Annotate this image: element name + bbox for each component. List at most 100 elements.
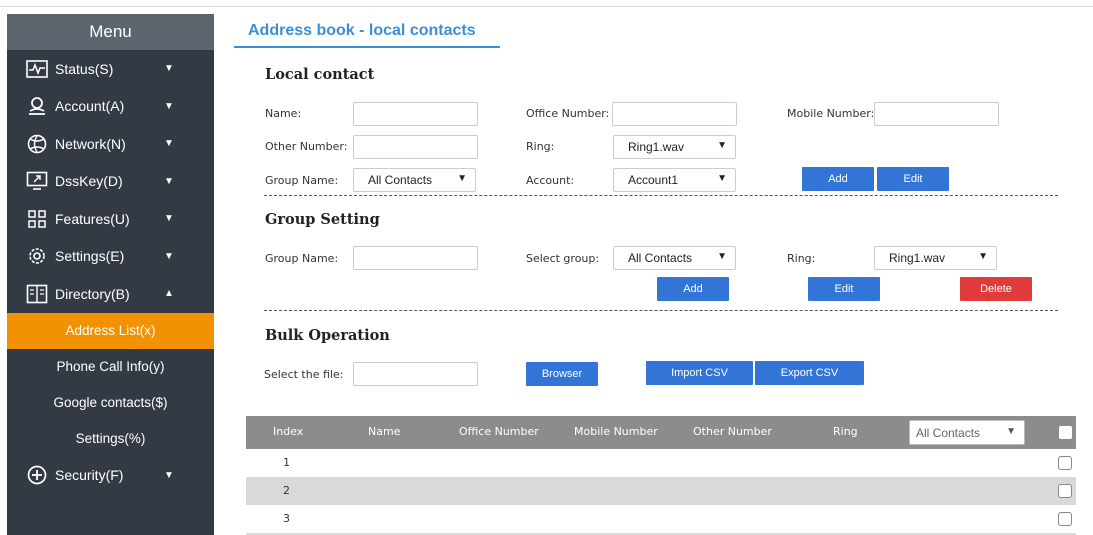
chevron-down-icon: ▼	[717, 251, 727, 262]
ring-select[interactable]: Ring1.wav ▼	[613, 135, 736, 159]
row-index: 1	[283, 456, 290, 469]
sidebar-subitem-google-contacts[interactable]: Google contacts($)	[7, 385, 214, 421]
sidebar-item-network[interactable]: Network(N) ▼	[7, 125, 214, 163]
file-path-input[interactable]	[353, 362, 478, 386]
add-contact-button[interactable]: Add	[802, 167, 874, 191]
group-ring-label: Ring:	[787, 252, 816, 265]
select-file-label: Select the file:	[264, 368, 344, 381]
row-index: 3	[283, 512, 290, 525]
column-header-index: Index	[273, 425, 304, 438]
sidebar-subitem-settings[interactable]: Settings(%)	[7, 421, 214, 457]
sidebar-item-settings[interactable]: Settings(E) ▼	[7, 238, 214, 276]
sidebar-item-label: Directory(B)	[55, 285, 130, 302]
network-icon	[25, 133, 49, 155]
sidebar-item-label: Security(F)	[55, 467, 124, 484]
other-number-input[interactable]	[353, 135, 478, 159]
sidebar-subitem-address-list[interactable]: Address List(x)	[7, 312, 214, 349]
add-group-button[interactable]: Add	[657, 277, 729, 301]
group-name-label: Group Name:	[265, 174, 339, 187]
chevron-down-icon: ▼	[1006, 426, 1016, 437]
sidebar-item-status[interactable]: Status(S) ▼	[7, 50, 214, 88]
column-header-mobile-number: Mobile Number	[574, 425, 658, 438]
sidebar-item-label: Settings(E)	[55, 248, 125, 265]
chevron-down-icon: ▼	[164, 175, 174, 187]
table-row: 1	[246, 449, 1076, 477]
column-header-other-number: Other Number	[693, 425, 772, 438]
account-icon	[25, 95, 49, 117]
sidebar-item-label: Account(A)	[55, 98, 125, 115]
table-group-filter-value: All Contacts	[916, 425, 981, 440]
sidebar-subitem-phone-call-info[interactable]: Phone Call Info(y)	[7, 349, 214, 385]
table-group-filter-select[interactable]: All Contacts ▼	[909, 420, 1025, 445]
menu-header: Menu	[7, 14, 214, 50]
sidebar-item-label: DssKey(D)	[55, 173, 123, 190]
row-checkbox[interactable]	[1058, 512, 1072, 526]
table-row: 2	[246, 477, 1076, 505]
title-underline	[234, 46, 500, 48]
export-csv-button[interactable]: Export CSV	[755, 361, 864, 385]
group-name-input[interactable]	[353, 246, 478, 270]
select-all-checkbox[interactable]	[1059, 426, 1072, 439]
column-header-name: Name	[368, 425, 401, 438]
sidebar-item-label: Network(N)	[55, 135, 126, 152]
row-checkbox[interactable]	[1058, 456, 1072, 470]
table-row: 3	[246, 505, 1076, 533]
column-header-office-number: Office Number	[459, 425, 539, 438]
contacts-table-header: Index Name Office Number Mobile Number O…	[246, 416, 1076, 449]
group-name-select-value: All Contacts	[368, 173, 433, 187]
group-ring-select[interactable]: Ring1.wav ▼	[874, 246, 997, 270]
section-divider	[264, 195, 1058, 196]
chevron-up-icon: ▲	[164, 288, 174, 300]
group-name-select[interactable]: All Contacts ▼	[353, 168, 476, 192]
sidebar: Menu Status(S) ▼ Account(A) ▼ Network(N)…	[7, 14, 214, 535]
edit-group-button[interactable]: Edit	[808, 277, 880, 301]
chevron-down-icon: ▼	[164, 63, 174, 75]
sidebar-item-features[interactable]: Features(U) ▼	[7, 200, 214, 238]
dsskey-icon	[25, 170, 49, 192]
column-header-ring: Ring	[833, 425, 858, 438]
select-group-select[interactable]: All Contacts ▼	[613, 246, 736, 270]
select-group-value: All Contacts	[628, 251, 693, 265]
row-index: 2	[283, 484, 290, 497]
sidebar-item-dsskey[interactable]: DssKey(D) ▼	[7, 163, 214, 201]
ring-label: Ring:	[526, 140, 555, 153]
account-select-value: Account1	[628, 173, 679, 187]
name-input[interactable]	[353, 102, 478, 126]
edit-contact-button[interactable]: Edit	[877, 167, 949, 191]
other-number-label: Other Number:	[265, 140, 348, 153]
chevron-down-icon: ▼	[164, 250, 174, 262]
sidebar-item-security[interactable]: Security(F) ▼	[7, 457, 214, 495]
chevron-down-icon: ▼	[164, 469, 174, 481]
mobile-number-input[interactable]	[874, 102, 999, 126]
section-divider	[264, 310, 1058, 311]
sidebar-item-label: Features(U)	[55, 210, 130, 227]
delete-group-button[interactable]: Delete	[960, 277, 1032, 301]
status-icon	[25, 58, 49, 80]
directory-icon	[25, 283, 49, 305]
account-label: Account:	[526, 174, 575, 187]
chevron-down-icon: ▼	[978, 251, 988, 262]
chevron-down-icon: ▼	[164, 100, 174, 112]
chevron-down-icon: ▼	[717, 140, 727, 151]
import-csv-button[interactable]: Import CSV	[646, 361, 753, 385]
ring-select-value: Ring1.wav	[628, 140, 685, 154]
sidebar-item-directory[interactable]: Directory(B) ▲	[7, 275, 214, 313]
top-divider	[0, 6, 1093, 7]
group-name-label: Group Name:	[265, 252, 339, 265]
group-setting-title: Group Setting	[265, 211, 380, 228]
browser-button[interactable]: Browser	[526, 362, 598, 386]
name-label: Name:	[265, 107, 302, 120]
sidebar-item-account[interactable]: Account(A) ▼	[7, 88, 214, 126]
mobile-number-label: Mobile Number:	[787, 107, 875, 120]
account-select[interactable]: Account1 ▼	[613, 168, 736, 192]
row-checkbox[interactable]	[1058, 484, 1072, 498]
local-contact-title: Local contact	[265, 66, 375, 83]
group-ring-value: Ring1.wav	[889, 251, 946, 265]
chevron-down-icon: ▼	[164, 138, 174, 150]
page-title: Address book - local contacts	[248, 22, 476, 39]
office-number-input[interactable]	[612, 102, 737, 126]
gear-icon	[25, 245, 49, 267]
features-icon	[25, 208, 49, 230]
chevron-down-icon: ▼	[164, 213, 174, 225]
main-content: Address book - local contacts Local cont…	[214, 14, 1093, 535]
